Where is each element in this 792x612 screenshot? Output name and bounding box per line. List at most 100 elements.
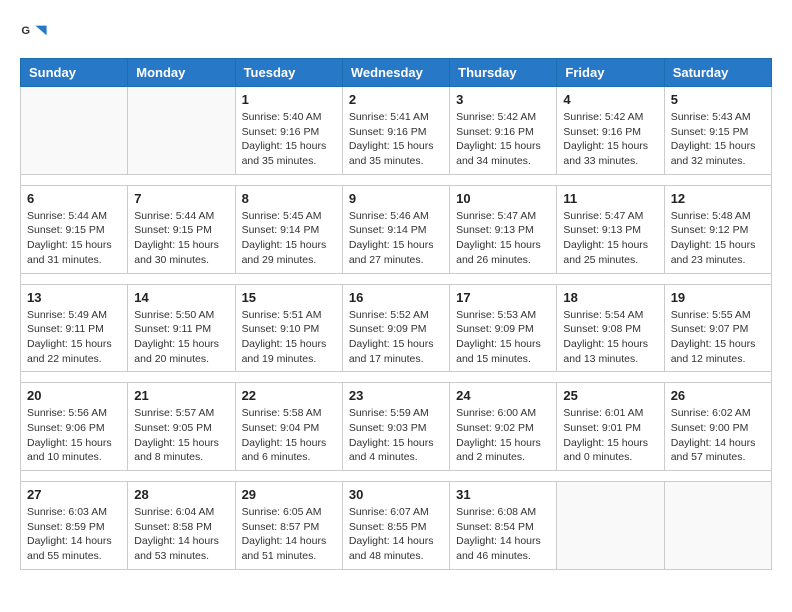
day-number: 20 [27,388,121,403]
day-detail: Sunrise: 5:58 AM Sunset: 9:04 PM Dayligh… [242,406,336,465]
calendar-cell: 23 Sunrise: 5:59 AM Sunset: 9:03 PM Dayli… [342,383,449,471]
day-number: 1 [242,92,336,107]
calendar-table: SundayMondayTuesdayWednesdayThursdayFrid… [20,58,772,570]
weekday-header-monday: Monday [128,59,235,87]
day-detail: Sunrise: 5:47 AM Sunset: 9:13 PM Dayligh… [456,209,550,268]
calendar-cell: 5 Sunrise: 5:43 AM Sunset: 9:15 PM Daylig… [664,87,771,175]
weekday-header-tuesday: Tuesday [235,59,342,87]
day-detail: Sunrise: 5:40 AM Sunset: 9:16 PM Dayligh… [242,110,336,169]
day-number: 16 [349,290,443,305]
calendar-cell: 27 Sunrise: 6:03 AM Sunset: 8:59 PM Dayli… [21,482,128,570]
day-detail: Sunrise: 5:45 AM Sunset: 9:14 PM Dayligh… [242,209,336,268]
calendar-cell: 9 Sunrise: 5:46 AM Sunset: 9:14 PM Daylig… [342,185,449,273]
day-detail: Sunrise: 6:02 AM Sunset: 9:00 PM Dayligh… [671,406,765,465]
logo: G [20,20,52,48]
day-number: 18 [563,290,657,305]
day-detail: Sunrise: 5:52 AM Sunset: 9:09 PM Dayligh… [349,308,443,367]
week-separator [21,372,772,383]
calendar-cell: 10Sunrise: 5:47 AM Sunset: 9:13 PM Dayli… [450,185,557,273]
day-detail: Sunrise: 6:04 AM Sunset: 8:58 PM Dayligh… [134,505,228,564]
week-separator [21,471,772,482]
day-number: 6 [27,191,121,206]
calendar-cell [664,482,771,570]
calendar-cell: 1 Sunrise: 5:40 AM Sunset: 9:16 PM Daylig… [235,87,342,175]
day-detail: Sunrise: 6:03 AM Sunset: 8:59 PM Dayligh… [27,505,121,564]
day-number: 3 [456,92,550,107]
svg-text:G: G [21,25,30,37]
day-detail: Sunrise: 5:47 AM Sunset: 9:13 PM Dayligh… [563,209,657,268]
calendar-cell: 12Sunrise: 5:48 AM Sunset: 9:12 PM Dayli… [664,185,771,273]
calendar-cell: 8Sunrise: 5:45 AM Sunset: 9:14 PM Daylig… [235,185,342,273]
calendar-week-3: 13 Sunrise: 5:49 AM Sunset: 9:11 PM Dayli… [21,284,772,372]
day-number: 30 [349,487,443,502]
day-number: 25 [563,388,657,403]
week-separator [21,273,772,284]
day-number: 9 [349,191,443,206]
day-detail: Sunrise: 5:53 AM Sunset: 9:09 PM Dayligh… [456,308,550,367]
logo-icon: G [20,20,48,48]
day-detail: Sunrise: 5:50 AM Sunset: 9:11 PM Dayligh… [134,308,228,367]
weekday-header-friday: Friday [557,59,664,87]
day-number: 22 [242,388,336,403]
day-detail: Sunrise: 5:55 AM Sunset: 9:07 PM Dayligh… [671,308,765,367]
calendar-cell: 28 Sunrise: 6:04 AM Sunset: 8:58 PM Dayli… [128,482,235,570]
day-number: 15 [242,290,336,305]
day-number: 17 [456,290,550,305]
day-detail: Sunrise: 5:44 AM Sunset: 9:15 PM Dayligh… [27,209,121,268]
day-number: 27 [27,487,121,502]
day-detail: Sunrise: 5:51 AM Sunset: 9:10 PM Dayligh… [242,308,336,367]
calendar-week-2: 6 Sunrise: 5:44 AM Sunset: 9:15 PM Daylig… [21,185,772,273]
calendar-cell [128,87,235,175]
calendar-cell: 31 Sunrise: 6:08 AM Sunset: 8:54 PM Dayli… [450,482,557,570]
calendar-cell: 17 Sunrise: 5:53 AM Sunset: 9:09 PM Dayli… [450,284,557,372]
day-number: 28 [134,487,228,502]
calendar-cell: 29Sunrise: 6:05 AM Sunset: 8:57 PM Dayli… [235,482,342,570]
day-number: 7 [134,191,228,206]
calendar-cell: 24Sunrise: 6:00 AM Sunset: 9:02 PM Dayli… [450,383,557,471]
day-number: 13 [27,290,121,305]
day-detail: Sunrise: 5:44 AM Sunset: 9:15 PM Dayligh… [134,209,228,268]
day-number: 31 [456,487,550,502]
calendar-cell: 13 Sunrise: 5:49 AM Sunset: 9:11 PM Dayli… [21,284,128,372]
calendar-cell: 14 Sunrise: 5:50 AM Sunset: 9:11 PM Dayli… [128,284,235,372]
day-detail: Sunrise: 5:54 AM Sunset: 9:08 PM Dayligh… [563,308,657,367]
day-detail: Sunrise: 6:07 AM Sunset: 8:55 PM Dayligh… [349,505,443,564]
calendar-cell: 30 Sunrise: 6:07 AM Sunset: 8:55 PM Dayli… [342,482,449,570]
calendar-cell [557,482,664,570]
day-number: 29 [242,487,336,502]
calendar-cell: 4Sunrise: 5:42 AM Sunset: 9:16 PM Daylig… [557,87,664,175]
day-detail: Sunrise: 5:46 AM Sunset: 9:14 PM Dayligh… [349,209,443,268]
day-detail: Sunrise: 5:41 AM Sunset: 9:16 PM Dayligh… [349,110,443,169]
day-number: 24 [456,388,550,403]
day-number: 14 [134,290,228,305]
week-separator [21,174,772,185]
day-detail: Sunrise: 5:57 AM Sunset: 9:05 PM Dayligh… [134,406,228,465]
calendar-cell: 11Sunrise: 5:47 AM Sunset: 9:13 PM Dayli… [557,185,664,273]
page-header: G [20,20,772,48]
day-detail: Sunrise: 5:43 AM Sunset: 9:15 PM Dayligh… [671,110,765,169]
day-number: 2 [349,92,443,107]
calendar-cell: 22 Sunrise: 5:58 AM Sunset: 9:04 PM Dayli… [235,383,342,471]
calendar-cell: 7 Sunrise: 5:44 AM Sunset: 9:15 PM Daylig… [128,185,235,273]
day-number: 5 [671,92,765,107]
weekday-header-sunday: Sunday [21,59,128,87]
day-number: 4 [563,92,657,107]
calendar-cell: 25 Sunrise: 6:01 AM Sunset: 9:01 PM Dayli… [557,383,664,471]
calendar-cell [21,87,128,175]
calendar-week-4: 20Sunrise: 5:56 AM Sunset: 9:06 PM Dayli… [21,383,772,471]
calendar-cell: 20Sunrise: 5:56 AM Sunset: 9:06 PM Dayli… [21,383,128,471]
day-detail: Sunrise: 5:48 AM Sunset: 9:12 PM Dayligh… [671,209,765,268]
calendar-cell: 3 Sunrise: 5:42 AM Sunset: 9:16 PM Daylig… [450,87,557,175]
day-detail: Sunrise: 6:01 AM Sunset: 9:01 PM Dayligh… [563,406,657,465]
day-detail: Sunrise: 5:59 AM Sunset: 9:03 PM Dayligh… [349,406,443,465]
calendar-cell: 16 Sunrise: 5:52 AM Sunset: 9:09 PM Dayli… [342,284,449,372]
day-detail: Sunrise: 6:08 AM Sunset: 8:54 PM Dayligh… [456,505,550,564]
day-detail: Sunrise: 5:49 AM Sunset: 9:11 PM Dayligh… [27,308,121,367]
day-number: 23 [349,388,443,403]
calendar-cell: 6 Sunrise: 5:44 AM Sunset: 9:15 PM Daylig… [21,185,128,273]
day-detail: Sunrise: 5:42 AM Sunset: 9:16 PM Dayligh… [456,110,550,169]
calendar-cell: 19Sunrise: 5:55 AM Sunset: 9:07 PM Dayli… [664,284,771,372]
calendar-week-1: 1 Sunrise: 5:40 AM Sunset: 9:16 PM Daylig… [21,87,772,175]
weekday-header-thursday: Thursday [450,59,557,87]
day-number: 21 [134,388,228,403]
